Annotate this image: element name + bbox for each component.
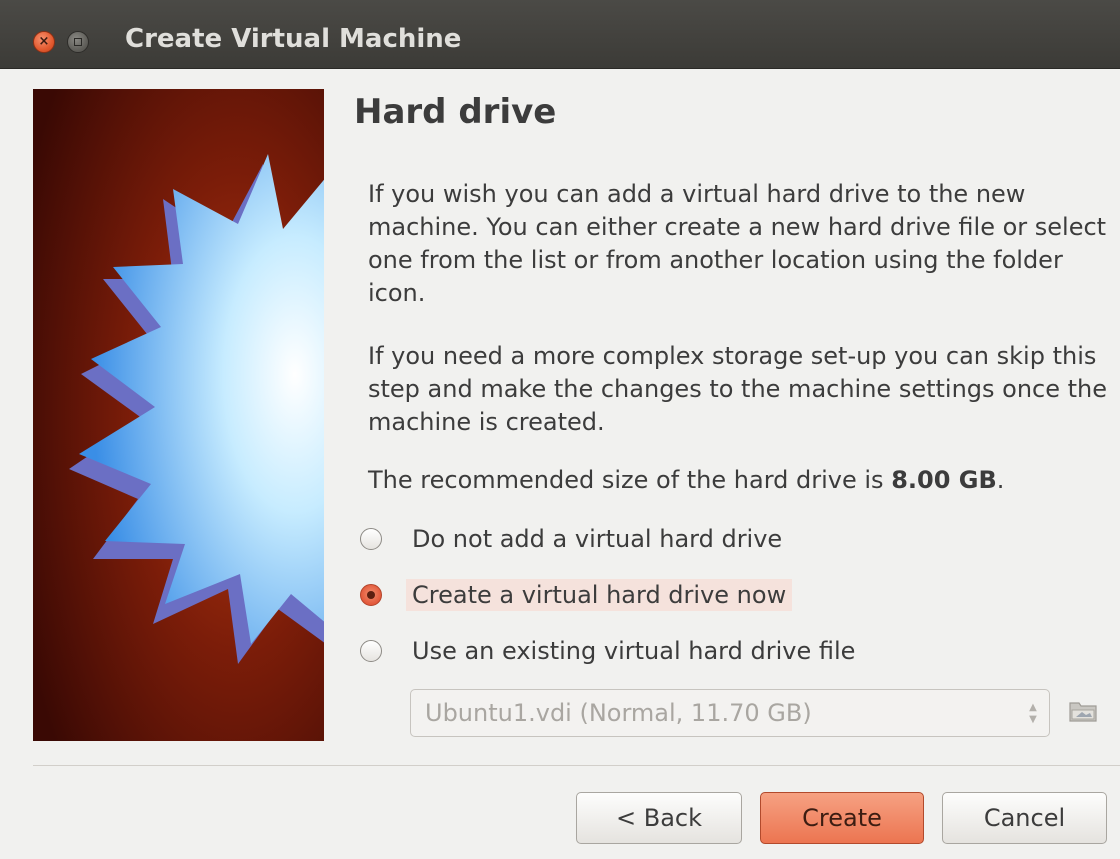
- virtualbox-starburst-icon: [33, 89, 324, 741]
- radio-existing-hard-drive[interactable]: [360, 640, 382, 662]
- spin-arrows-icon: ▲ ▼: [1029, 702, 1037, 725]
- storage-hint-paragraph: If you need a more complex storage set-u…: [368, 342, 1108, 436]
- option-no-hard-drive[interactable]: Do not add a virtual hard drive: [360, 519, 788, 559]
- recommended-size-value: 8.00 GB: [891, 466, 997, 494]
- recommended-prefix: The recommended size of the hard drive i…: [368, 466, 892, 494]
- folder-icon[interactable]: [1068, 697, 1098, 723]
- create-button[interactable]: Create: [760, 792, 924, 844]
- existing-file-value: Ubuntu1.vdi (Normal, 11.70 GB): [425, 699, 812, 727]
- option-existing-hard-drive[interactable]: Use an existing virtual hard drive file: [360, 631, 861, 671]
- close-icon[interactable]: ×: [33, 31, 55, 53]
- cancel-button[interactable]: Cancel: [942, 792, 1107, 844]
- recommended-size-text: The recommended size of the hard drive i…: [368, 464, 1108, 497]
- recommended-suffix: .: [996, 466, 1005, 494]
- option-create-hard-drive-label[interactable]: Create a virtual hard drive now: [406, 579, 793, 611]
- intro-paragraph: If you wish you can add a virtual hard d…: [368, 180, 1107, 307]
- radio-create-hard-drive[interactable]: [360, 584, 382, 606]
- option-existing-hard-drive-label[interactable]: Use an existing virtual hard drive file: [406, 635, 861, 667]
- page-heading: Hard drive: [354, 92, 557, 132]
- wizard-banner-image: [33, 89, 324, 741]
- minimize-icon[interactable]: [67, 31, 89, 53]
- button-separator: [33, 765, 1120, 766]
- existing-file-select[interactable]: Ubuntu1.vdi (Normal, 11.70 GB) ▲ ▼: [410, 689, 1050, 737]
- option-no-hard-drive-label[interactable]: Do not add a virtual hard drive: [406, 523, 788, 555]
- radio-no-hard-drive[interactable]: [360, 528, 382, 550]
- option-create-hard-drive[interactable]: Create a virtual hard drive now: [360, 575, 793, 615]
- title-bar: × Create Virtual Machine: [0, 0, 1120, 69]
- window-title: Create Virtual Machine: [125, 24, 462, 54]
- back-button[interactable]: < Back: [576, 792, 742, 844]
